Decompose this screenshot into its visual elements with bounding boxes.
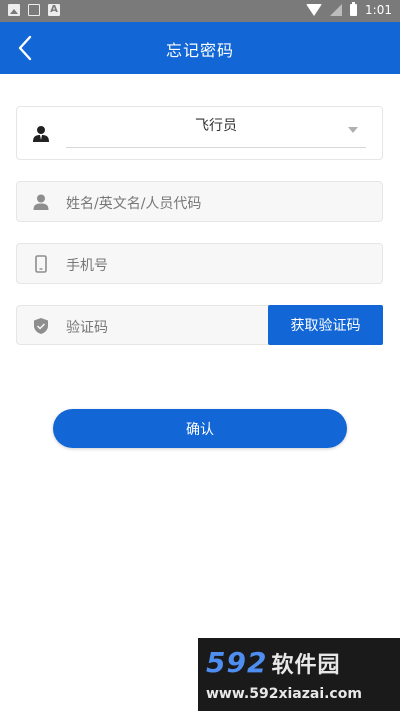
pilot-avatar-icon [32, 124, 50, 146]
a-notification-icon: A [48, 4, 60, 16]
phone-field-placeholder: 手机号 [66, 258, 108, 274]
watermark-brand-cn: 软件园 [271, 653, 341, 678]
shield-icon [32, 317, 50, 339]
page-title: 忘记密码 [165, 41, 234, 60]
confirm-button[interactable]: 确认 [53, 409, 347, 448]
watermark-url: www.592xiazai.com [206, 686, 362, 702]
name-field-placeholder: 姓名/英文名/人员代码 [66, 196, 202, 212]
code-field[interactable]: 验证码 获取验证码 [16, 305, 383, 345]
app-header: 忘记密码 [0, 22, 400, 74]
watermark-brand: 592 软件园 [206, 646, 340, 679]
phone-field[interactable]: 手机号 [16, 243, 383, 284]
role-select-value: 飞行员 [195, 118, 237, 134]
qr-notification-icon [28, 4, 40, 16]
battery-icon [350, 2, 358, 16]
get-code-button[interactable]: 获取验证码 [268, 305, 383, 345]
user-icon [32, 193, 50, 215]
signal-icon [330, 4, 343, 16]
wifi-icon [306, 4, 323, 16]
status-bar: A 1:01 [0, 0, 400, 22]
role-select[interactable]: 飞行员 [66, 107, 366, 148]
image-notification-icon [8, 4, 20, 16]
watermark: 592 软件园 www.592xiazai.com [198, 638, 400, 711]
name-field[interactable]: 姓名/英文名/人员代码 [16, 181, 383, 222]
watermark-brand-num: 592 [206, 646, 268, 679]
code-field-placeholder: 验证码 [66, 320, 108, 336]
role-row: 飞行员 [16, 106, 383, 160]
dropdown-caret-icon [348, 127, 358, 133]
status-time: 1:01 [365, 3, 392, 17]
phone-icon [32, 255, 50, 277]
